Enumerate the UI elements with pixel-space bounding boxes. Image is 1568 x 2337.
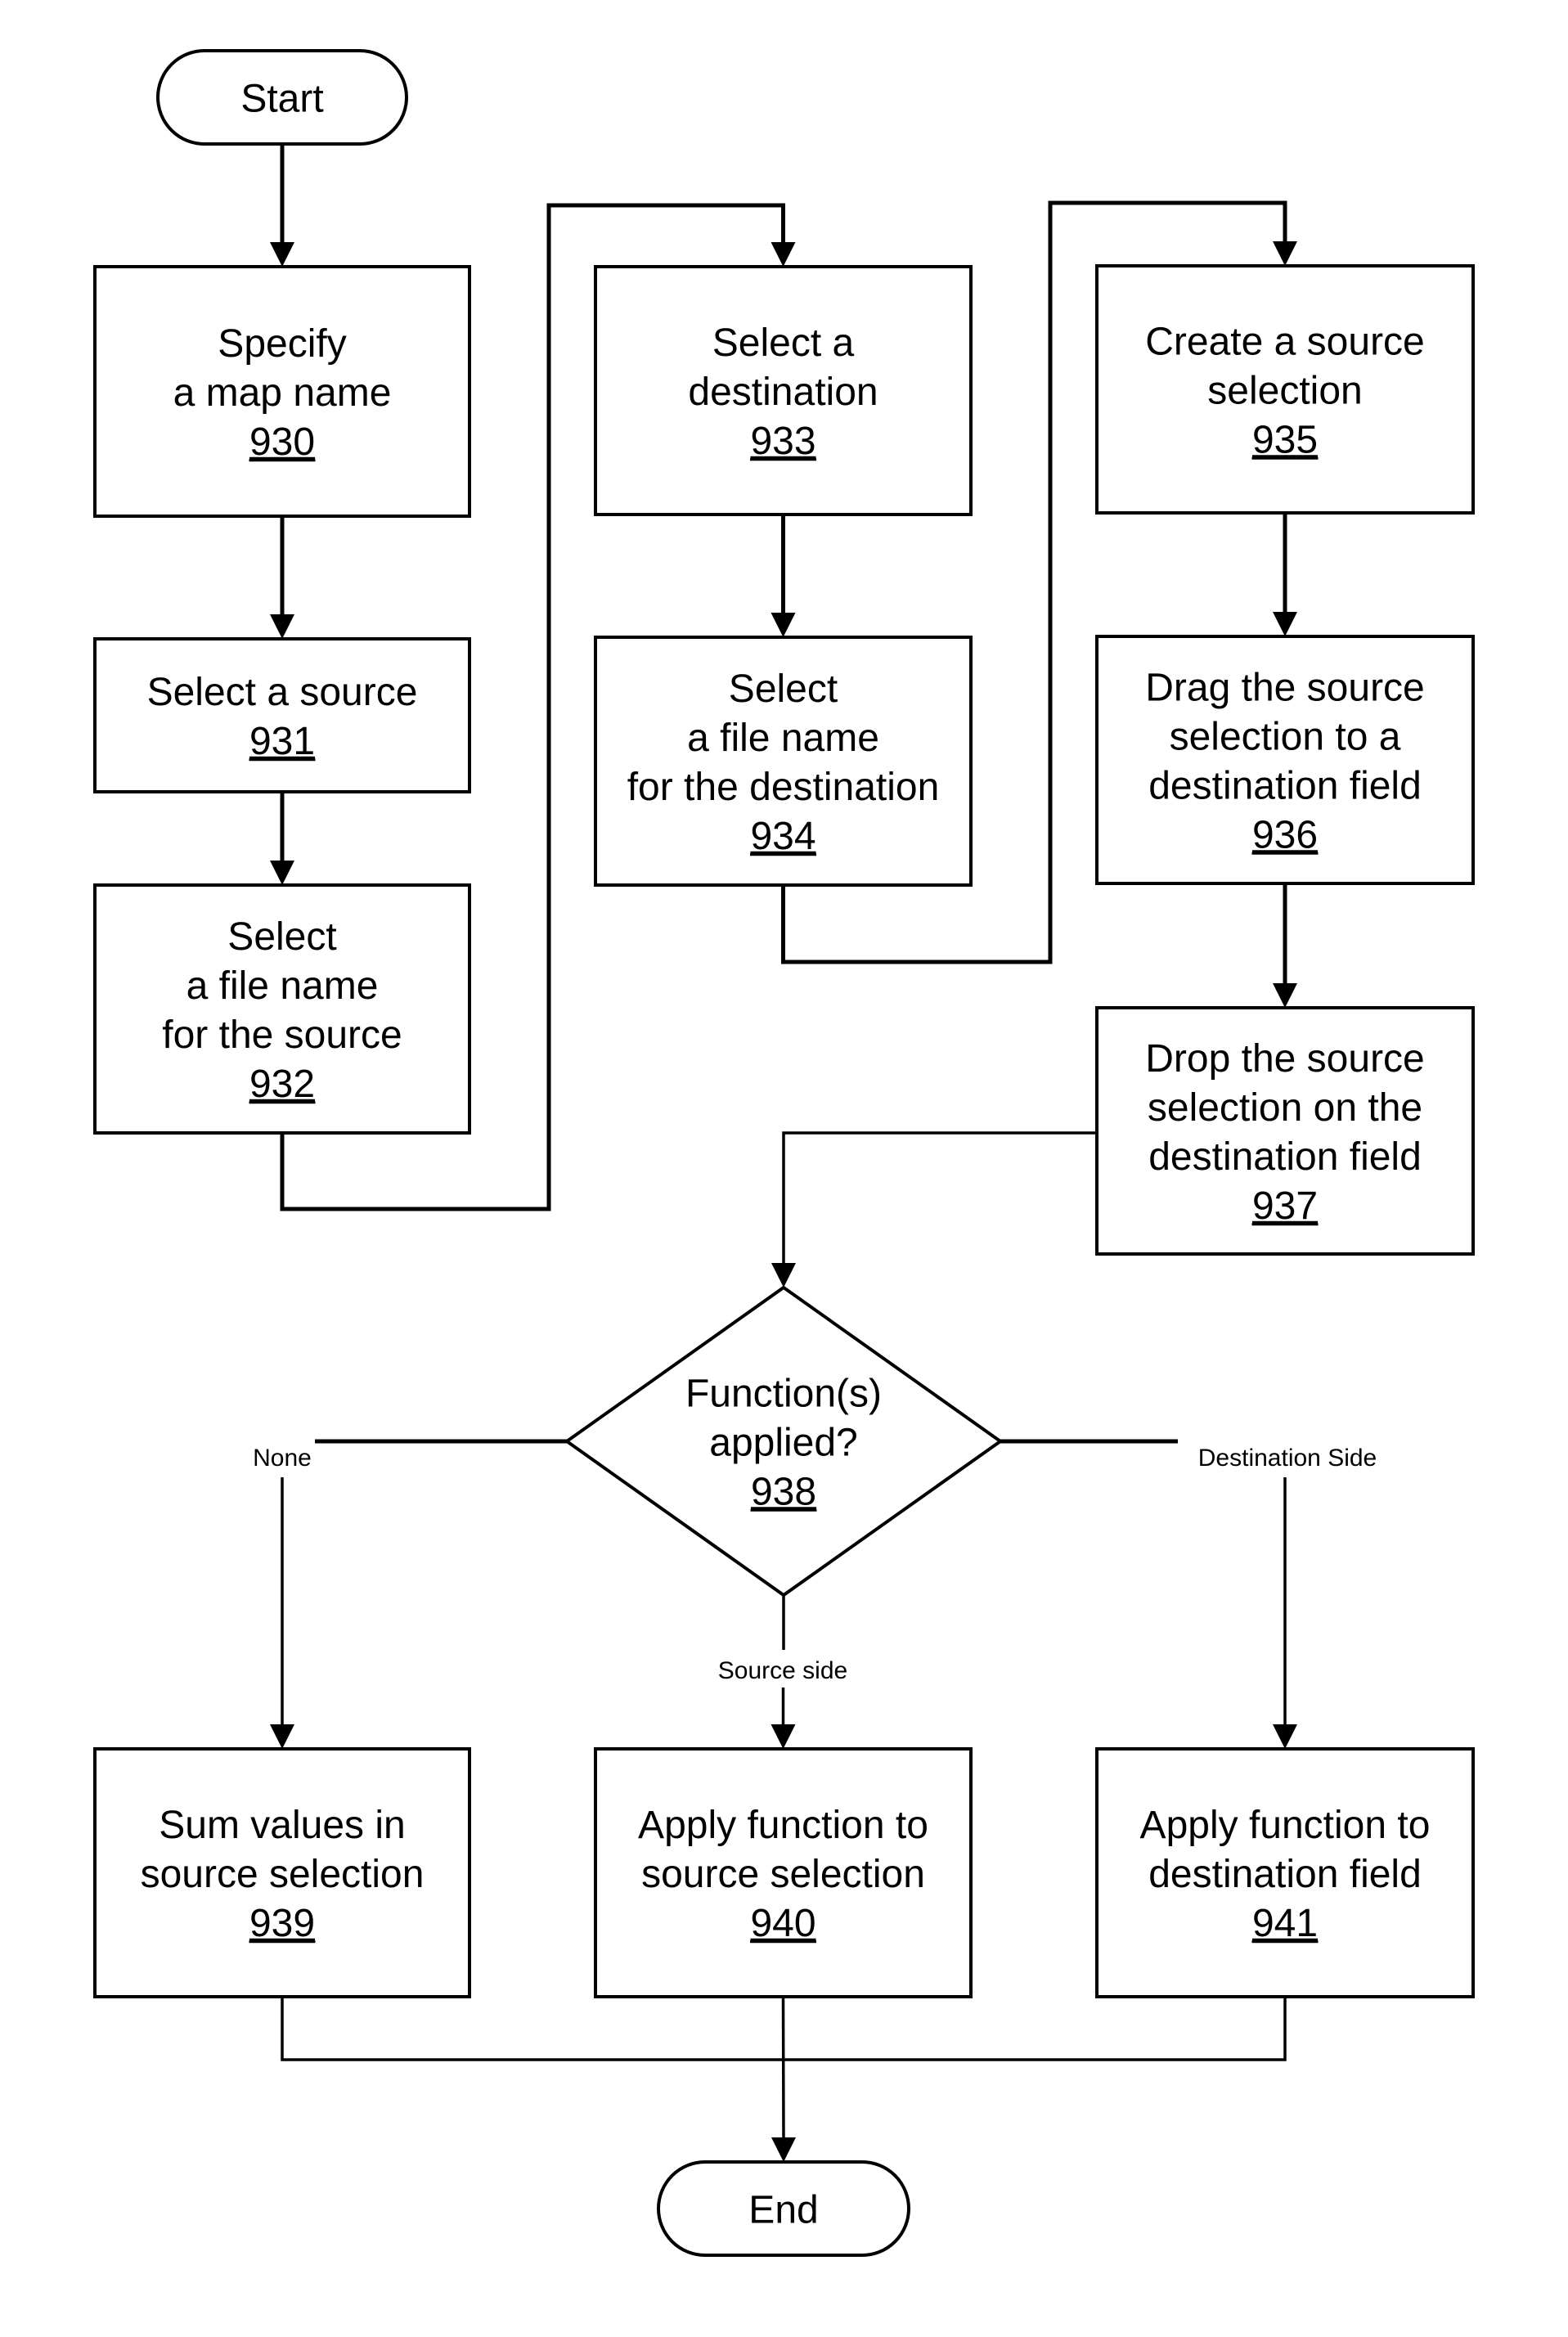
- node-label-line: for the destination: [627, 766, 940, 809]
- node-label-line: Specify: [218, 322, 346, 366]
- reference-number: 940: [750, 1902, 815, 1945]
- edge-930-931: [270, 516, 294, 639]
- edge-933-934: [771, 515, 796, 637]
- edge-label-none: None: [253, 1445, 312, 1472]
- edge-931-932: [270, 792, 294, 885]
- node-937: Drop the source selection on the destinati…: [1095, 1006, 1475, 1256]
- node-940: Apply function to source selection 940: [594, 1747, 973, 1998]
- node-label-line: Create a source: [1145, 320, 1425, 363]
- edge-start-930: [270, 144, 294, 267]
- node-start: Start: [156, 49, 408, 146]
- node-label-line: a file name: [687, 717, 879, 760]
- node-label-line: Apply function to: [1140, 1804, 1431, 1847]
- arrowhead-icon: [270, 242, 294, 267]
- reference-number: 933: [750, 420, 815, 463]
- node-label-line: Select a source: [147, 671, 418, 714]
- reference-number: 941: [1252, 1902, 1318, 1945]
- arrowhead-icon: [270, 1724, 294, 1749]
- reference-number: 935: [1252, 418, 1318, 461]
- arrowhead-icon: [771, 1263, 796, 1288]
- node-939: Sum values in source selection 939: [93, 1747, 471, 1998]
- node-label-line: a map name: [173, 371, 392, 415]
- node-933: Select a destination 933: [594, 265, 973, 516]
- node-934: Select a file name for the destination 934: [594, 636, 973, 887]
- node-label-line: Select: [227, 915, 336, 959]
- arrowhead-icon: [1273, 241, 1297, 266]
- node-label-line: destination: [688, 371, 878, 414]
- node-label-line: selection: [1207, 369, 1362, 412]
- arrowhead-icon: [771, 613, 796, 637]
- node-label-line: destination field: [1148, 1135, 1422, 1179]
- node-label-line: Sum values in: [159, 1804, 405, 1847]
- reference-number: 931: [249, 720, 315, 763]
- node-941: Apply function to destination field 941: [1095, 1747, 1475, 1998]
- edge-935-936: [1273, 513, 1297, 636]
- reference-number: 934: [750, 815, 815, 858]
- edge-938-940: [771, 1688, 796, 1749]
- reference-number: 937: [1252, 1184, 1318, 1228]
- flowchart: Start Specify a map name 930 Select a source…: [93, 49, 1475, 2257]
- node-936: Drag the source selection to a destination…: [1095, 635, 1475, 885]
- reference-number: 936: [1252, 813, 1318, 856]
- node-931: Select a source 931: [93, 637, 471, 793]
- reference-number: 932: [249, 1063, 315, 1106]
- connector-line: [782, 1131, 1097, 1266]
- edge-label-source-side: Source side: [718, 1657, 847, 1684]
- node-label-line: destination field: [1148, 764, 1422, 807]
- arrowhead-icon: [270, 861, 294, 885]
- node-label-line: source selection: [641, 1853, 925, 1896]
- reference-number: 939: [249, 1902, 315, 1945]
- node-label-line: for the source: [162, 1013, 402, 1057]
- arrowhead-icon: [1273, 983, 1297, 1008]
- node-label-line: applied?: [709, 1421, 858, 1464]
- node-label-line: selection to a: [1170, 715, 1401, 758]
- node-label-line: End: [748, 2188, 818, 2231]
- node-label-line: Function(s): [685, 1372, 882, 1415]
- arrowhead-icon: [771, 242, 796, 267]
- edge-label-destination-side: Destination Side: [1198, 1445, 1377, 1472]
- node-label-line: Drag the source: [1145, 666, 1425, 709]
- node-label-line: Apply function to: [638, 1804, 928, 1847]
- node-label-line: Select a: [712, 321, 855, 365]
- node-932: Select a file name for the source 932: [93, 883, 471, 1135]
- reference-number: 938: [751, 1470, 816, 1513]
- edge-938-939: [270, 1477, 294, 1749]
- arrowhead-icon: [270, 614, 294, 639]
- edge-936-937: [1273, 883, 1297, 1008]
- node-label-line: destination field: [1148, 1853, 1422, 1896]
- node-label-line: Start: [240, 77, 323, 120]
- node-938: Function(s) applied? 938: [564, 1285, 1004, 1598]
- reference-number: 930: [249, 420, 315, 464]
- edge-937-938: [771, 1131, 1097, 1288]
- node-label-line: selection on the: [1148, 1086, 1422, 1130]
- process-box: [93, 637, 471, 793]
- edge-938-941: [1273, 1477, 1297, 1749]
- node-label-line: source selection: [141, 1853, 425, 1896]
- edge-940-end: [771, 1996, 796, 2162]
- node-end: End: [657, 2160, 910, 2257]
- node-label-line: Select: [729, 667, 838, 711]
- arrowhead-icon: [771, 2137, 796, 2162]
- node-935: Create a source selection 935: [1095, 264, 1475, 515]
- node-label-line: a file name: [186, 964, 379, 1008]
- arrowhead-icon: [771, 1724, 796, 1749]
- node-930: Specify a map name 930: [93, 265, 471, 518]
- arrowhead-icon: [1273, 1724, 1297, 1749]
- arrowhead-icon: [1273, 612, 1297, 636]
- node-label-line: Drop the source: [1145, 1037, 1425, 1081]
